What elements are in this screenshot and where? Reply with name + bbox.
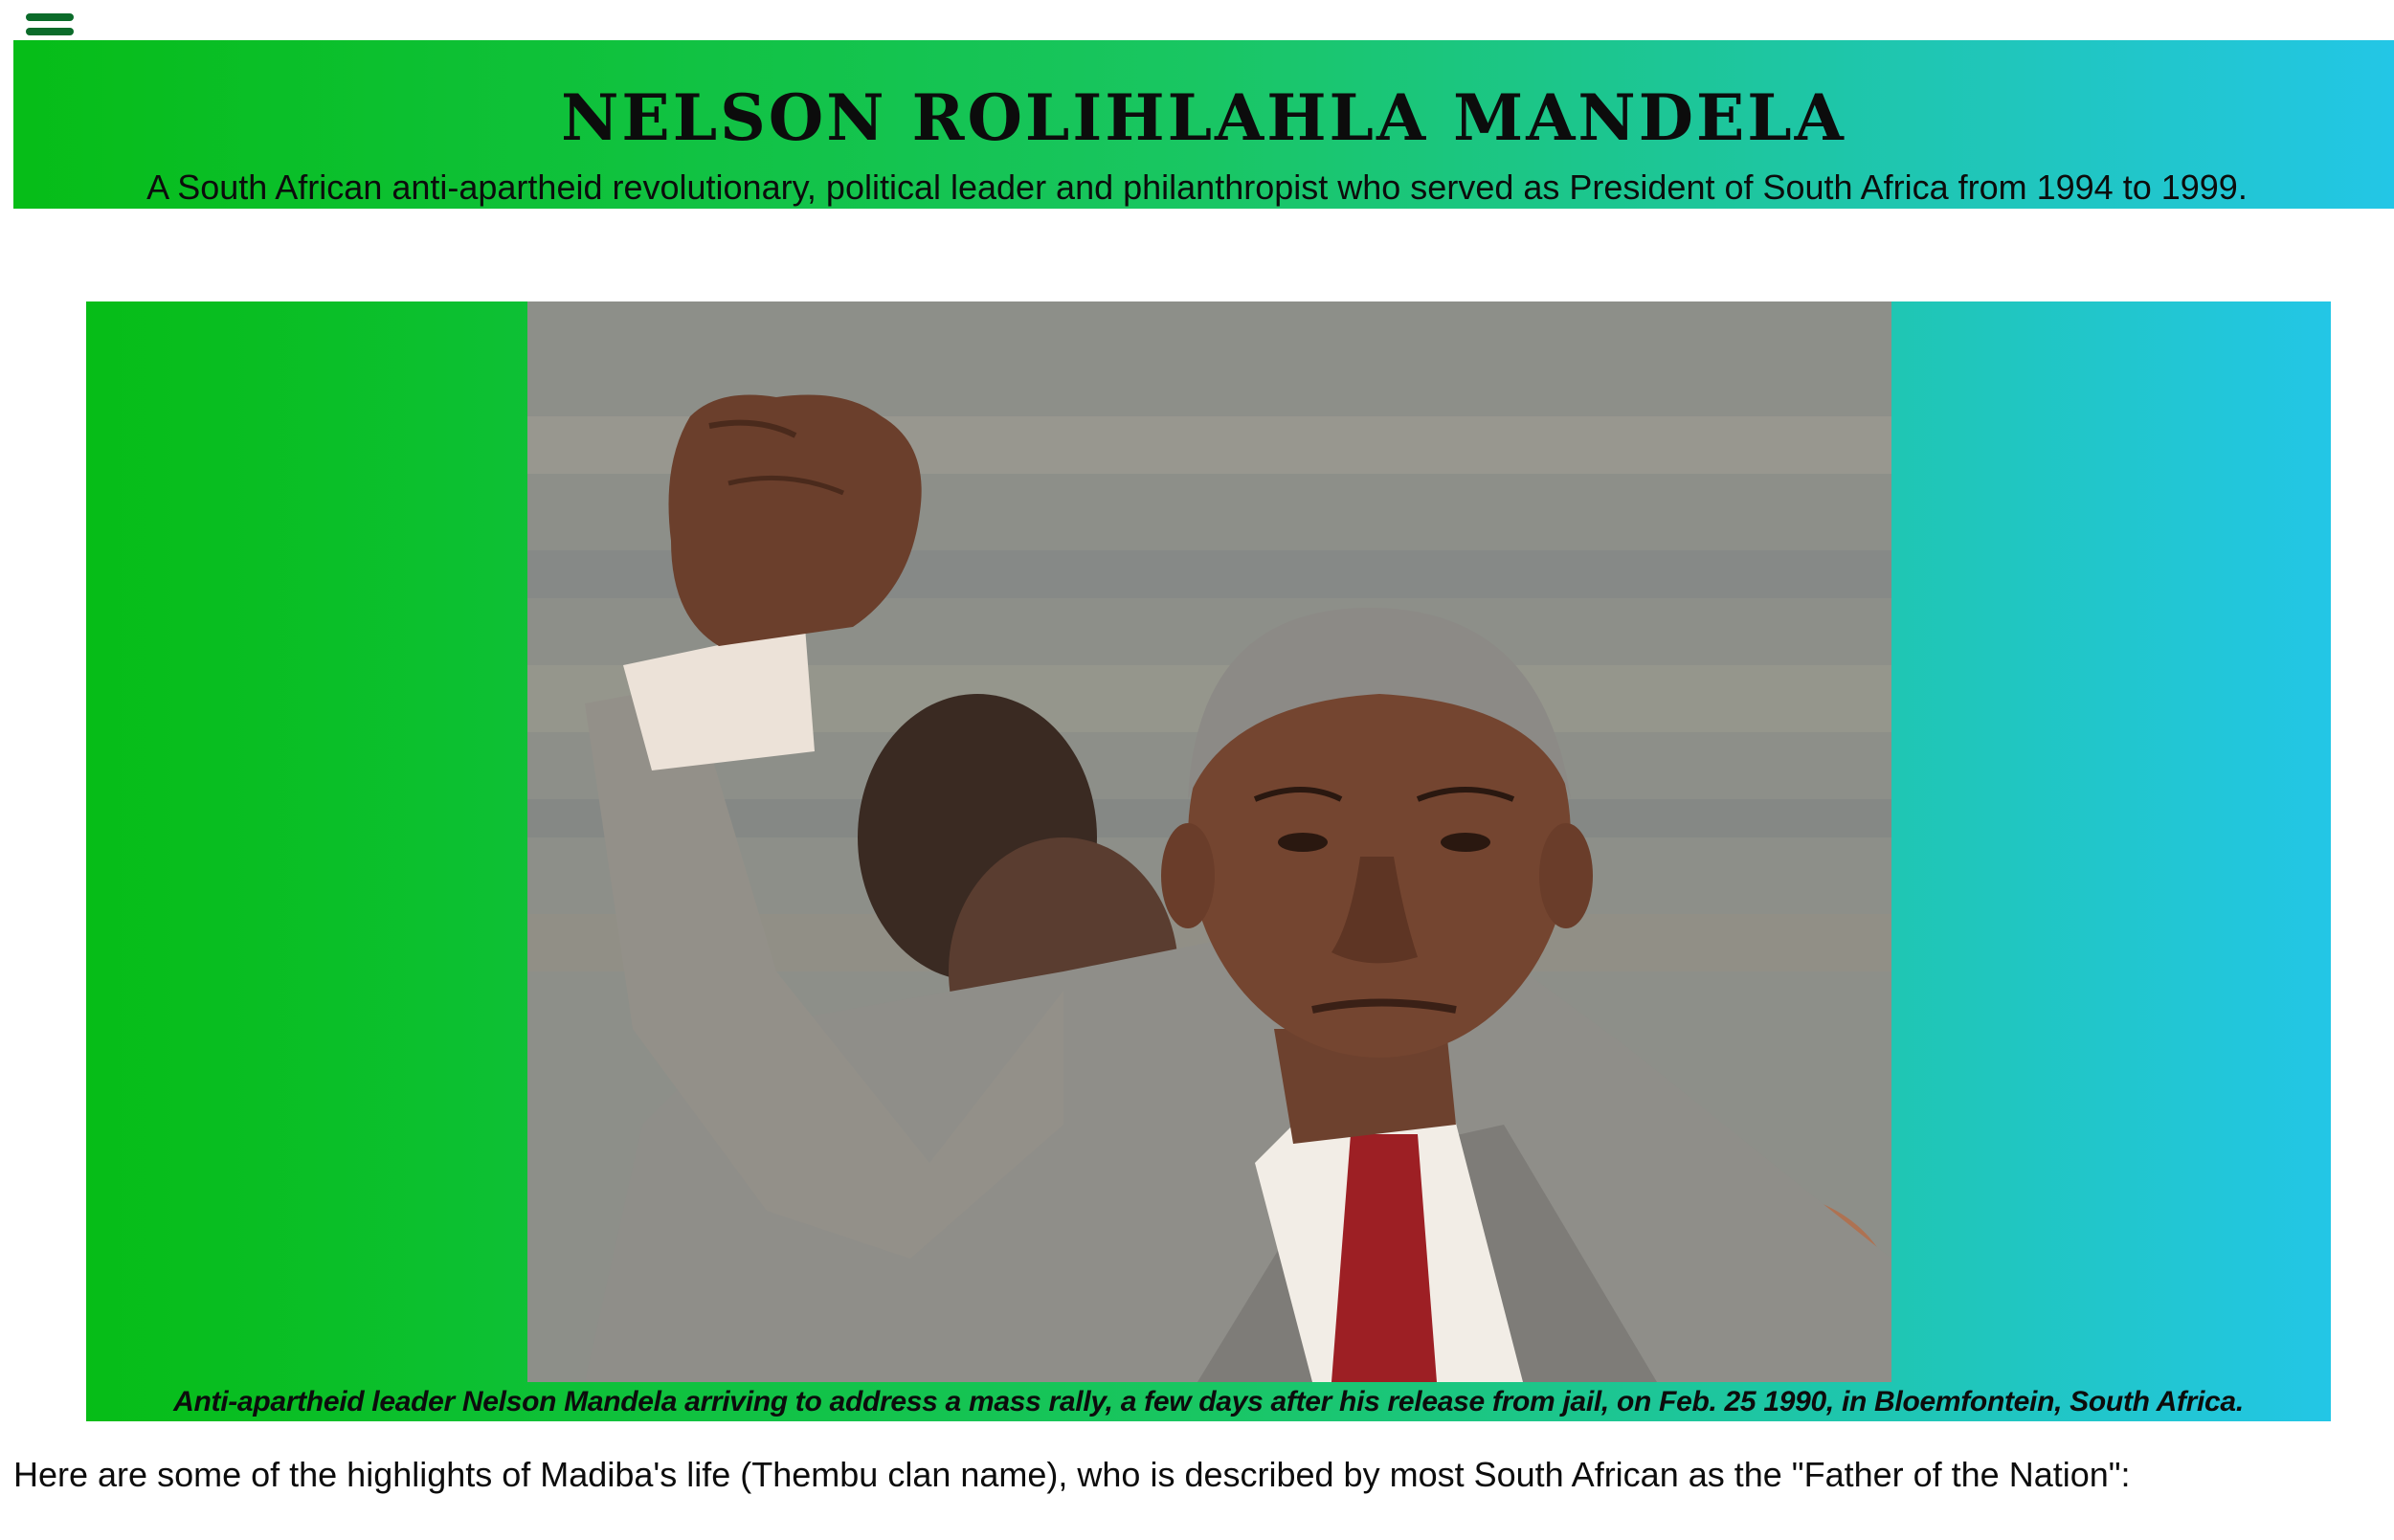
page-title: NELSON ROLIHLAHLA MANDELA (561, 80, 1846, 155)
intro-paragraph: Here are some of the highlights of Madib… (13, 1455, 2131, 1494)
featured-figure: Anti-apartheid leader Nelson Mandela arr… (86, 301, 2331, 1421)
page-subtitle: A South African anti-apartheid revolutio… (146, 167, 2248, 207)
mandela-photo (527, 301, 1891, 1382)
photo-caption: Anti-apartheid leader Nelson Mandela arr… (173, 1386, 2244, 1417)
